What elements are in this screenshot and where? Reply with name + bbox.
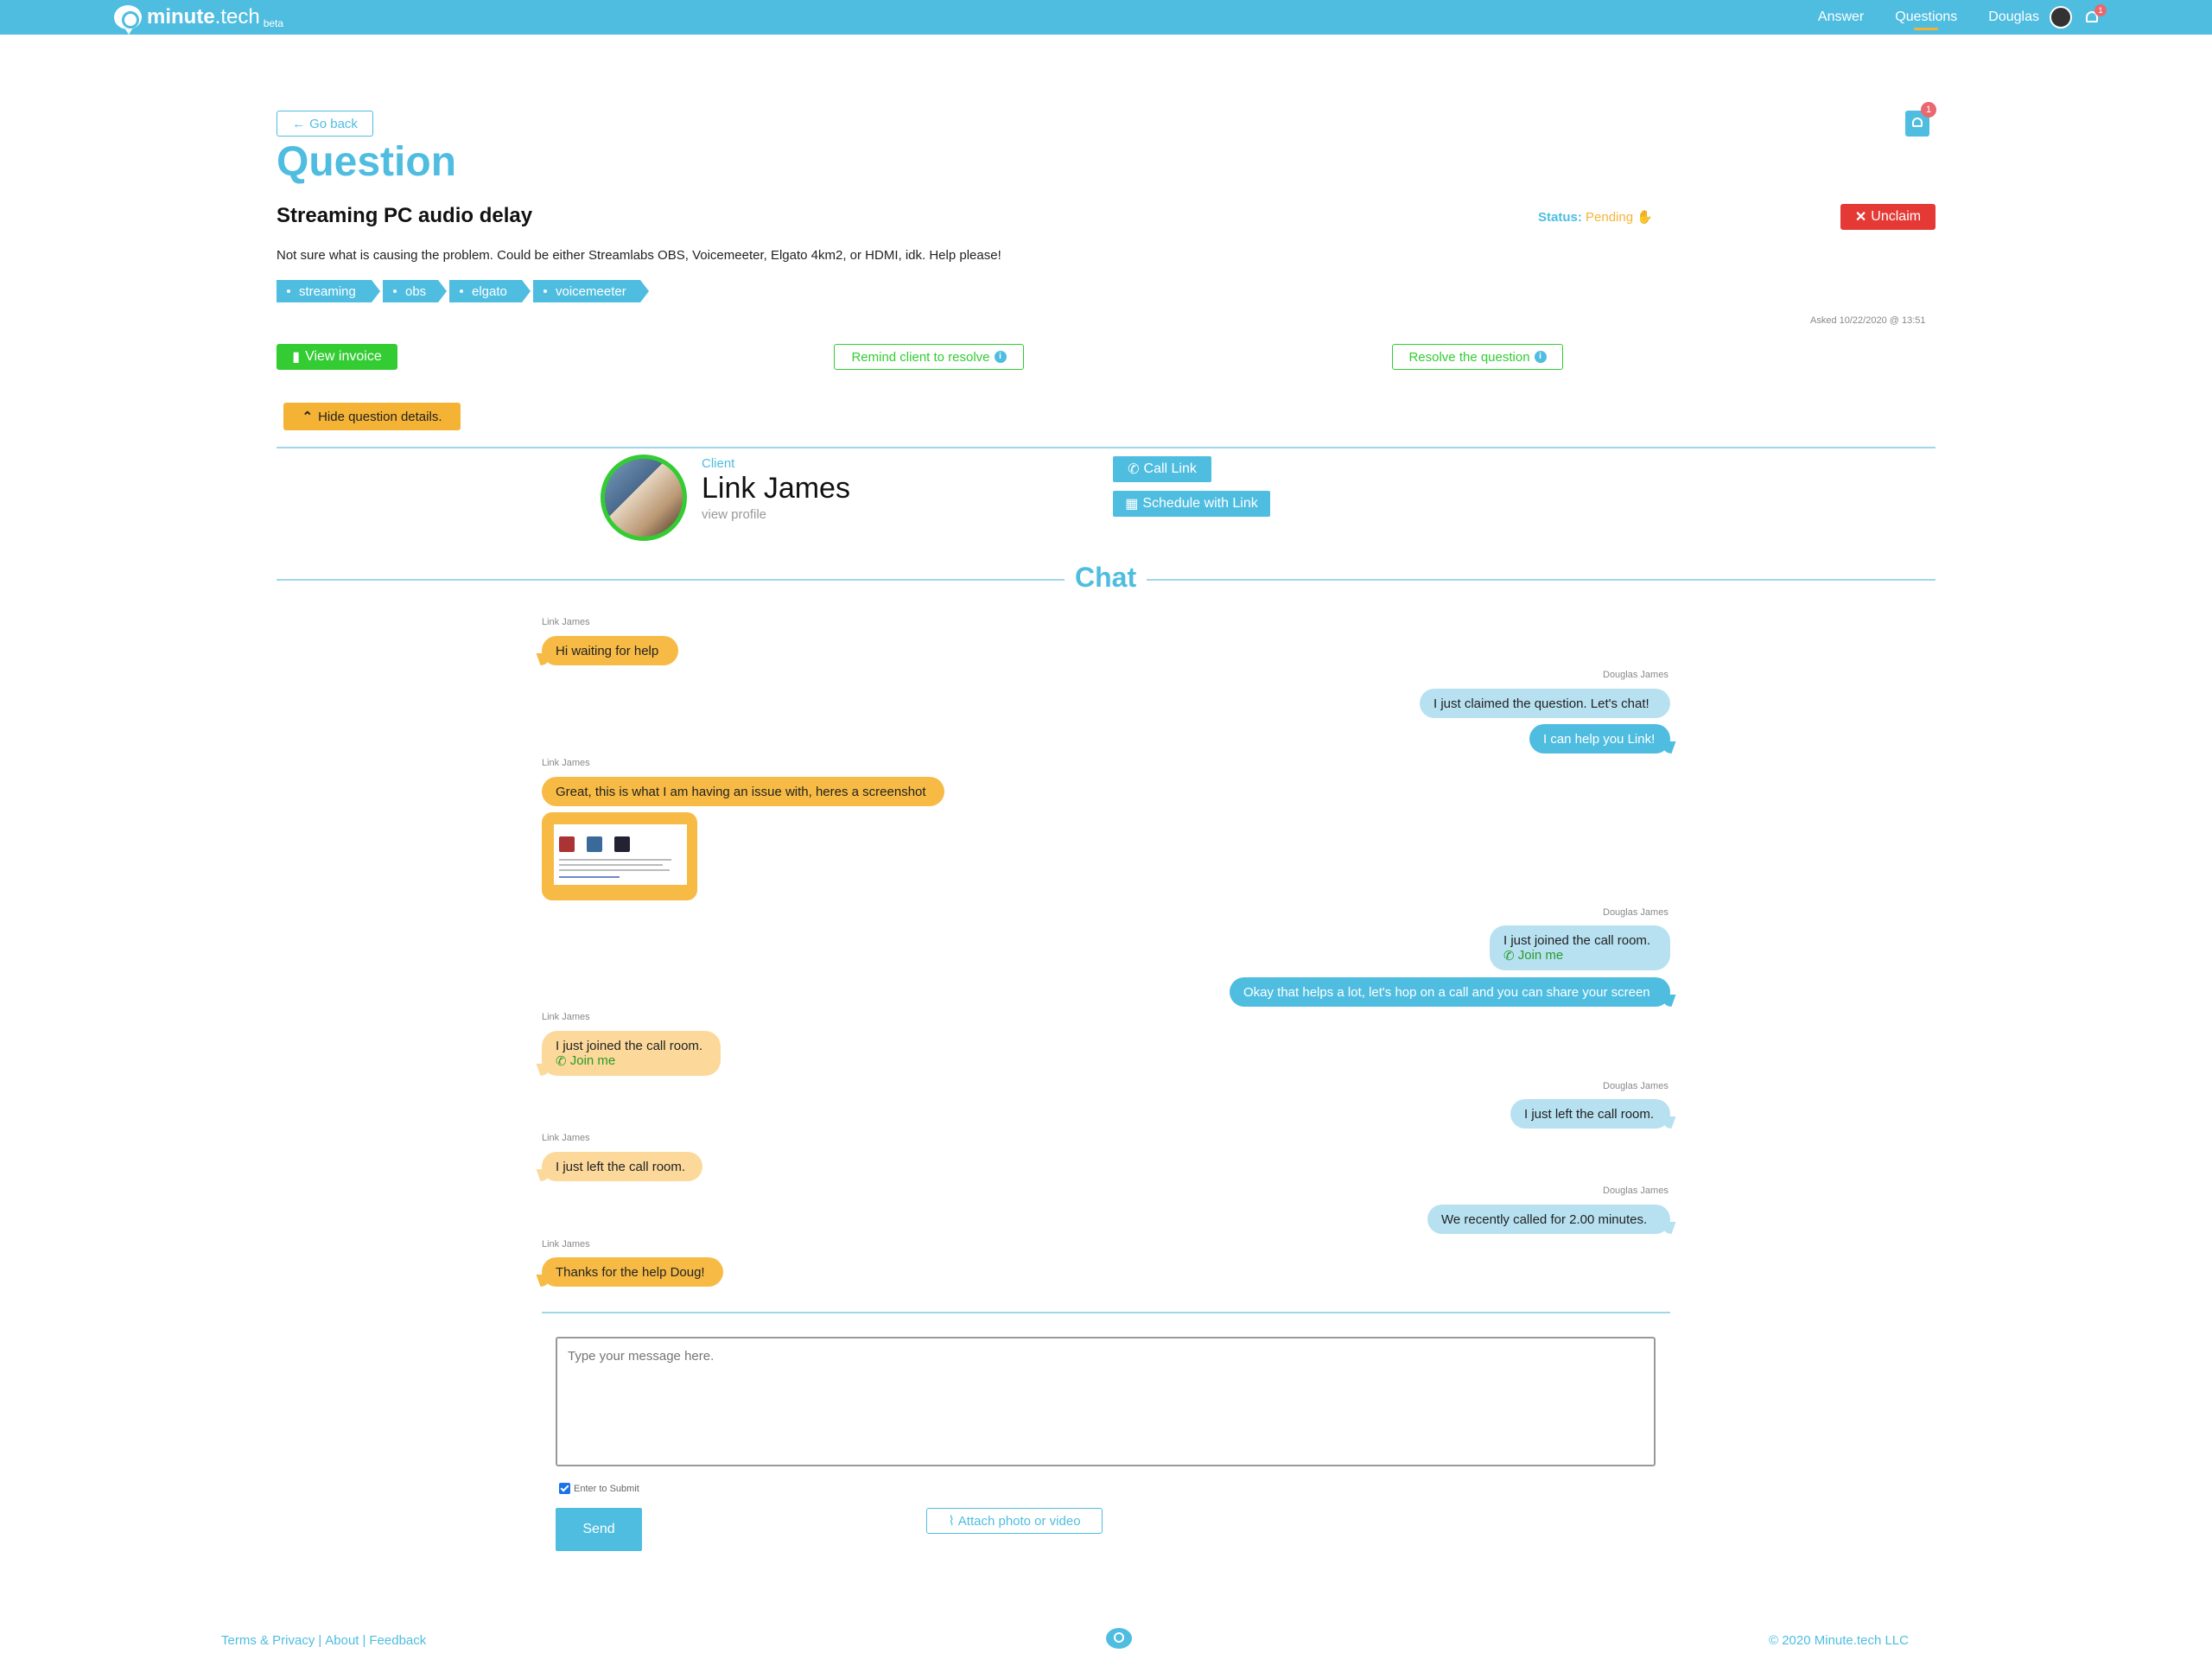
feedback-link[interactable]: Feedback	[369, 1633, 426, 1648]
notification-badge: 1	[1921, 102, 1936, 118]
call-client-button[interactable]: ✆ Call Link	[1113, 456, 1211, 482]
chat-message: I can help you Link!	[1529, 724, 1670, 754]
info-icon: i	[1534, 351, 1547, 363]
message-sender: Douglas James	[1603, 670, 1669, 680]
brand-name: minute.tech	[147, 5, 260, 29]
remind-client-button[interactable]: Remind client to resolve i	[834, 344, 1024, 370]
message-sender: Douglas James	[1603, 907, 1669, 918]
page-title: Question	[276, 139, 457, 185]
info-icon: i	[994, 351, 1007, 363]
client-avatar[interactable]	[601, 455, 687, 541]
notification-badge: 1	[2094, 4, 2107, 16]
footer-links: Terms & Privacy | About | Feedback	[221, 1633, 427, 1648]
client-label: Client	[702, 456, 735, 471]
phone-icon: ✆	[1503, 948, 1515, 963]
screenshot-image[interactable]	[554, 824, 687, 885]
chevron-up-icon: ⌃	[302, 410, 314, 424]
view-profile-link[interactable]: view profile	[702, 507, 766, 522]
chat-message: I just joined the call room. ✆ Join me	[1490, 925, 1670, 970]
tag-streaming[interactable]: streaming	[276, 280, 380, 302]
chat-input-divider	[542, 1312, 1670, 1313]
terms-link[interactable]: Terms & Privacy	[221, 1633, 315, 1648]
bell-icon[interactable]: 1	[2084, 4, 2107, 25]
nav-user-name[interactable]: Douglas	[1988, 10, 2039, 25]
chat-message: I just left the call room.	[542, 1152, 702, 1181]
close-icon: ✕	[1854, 210, 1867, 225]
tag-voicemeeter[interactable]: voicemeeter	[533, 280, 649, 302]
message-sender: Link James	[542, 1012, 590, 1022]
nav-questions[interactable]: Questions	[1895, 10, 1957, 30]
message-sender: Link James	[542, 1133, 590, 1143]
message-sender: Douglas James	[1603, 1186, 1669, 1196]
tag-elgato[interactable]: elgato	[449, 280, 531, 302]
divider	[276, 447, 1936, 448]
schedule-client-button[interactable]: ▦ Schedule with Link	[1113, 491, 1270, 517]
message-sender: Douglas James	[1603, 1081, 1669, 1091]
client-name: Link James	[702, 472, 850, 505]
logo-icon	[114, 5, 142, 35]
about-link[interactable]: About	[325, 1633, 359, 1648]
chat-message: Okay that helps a lot, let's hop on a ca…	[1230, 977, 1670, 1007]
chat-image-message[interactable]	[542, 812, 697, 900]
message-sender: Link James	[542, 1239, 590, 1250]
chat-message: I just left the call room.	[1510, 1099, 1670, 1129]
chat-message: I just claimed the question. Let's chat!	[1420, 689, 1670, 718]
chat-message: Thanks for the help Doug!	[542, 1257, 723, 1287]
footer-logo-icon	[1106, 1628, 1132, 1649]
join-call-link[interactable]: ✆ Join me	[556, 1053, 707, 1069]
chat-message: I just joined the call room. ✆ Join me	[542, 1031, 721, 1076]
join-call-link[interactable]: ✆ Join me	[1503, 948, 1656, 963]
question-status: Status: Pending ✋	[1538, 210, 1653, 225]
notifications-button[interactable]: 1	[1905, 102, 1936, 137]
bell-icon	[1912, 118, 1923, 127]
chat-message: We recently called for 2.00 minutes.	[1427, 1205, 1670, 1234]
resolve-question-button[interactable]: Resolve the question i	[1392, 344, 1563, 370]
send-button[interactable]: Send	[556, 1508, 642, 1551]
paperclip-icon: ⌇	[948, 1514, 955, 1529]
asked-timestamp: Asked 10/22/2020 @ 13:51	[1810, 315, 1926, 326]
enter-to-submit-toggle[interactable]: Enter to Submit	[559, 1483, 639, 1494]
attach-media-button[interactable]: ⌇ Attach photo or video	[926, 1508, 1103, 1534]
nav-answer[interactable]: Answer	[1818, 10, 1864, 25]
chat-message: Hi waiting for help	[542, 636, 678, 665]
view-invoice-button[interactable]: ▮ View invoice	[276, 344, 397, 370]
user-avatar[interactable]	[2050, 6, 2072, 29]
arrow-left-icon: ←	[292, 116, 306, 131]
phone-icon: ✆	[1128, 462, 1140, 477]
unclaim-button[interactable]: ✕ Unclaim	[1840, 204, 1936, 230]
message-sender: Link James	[542, 758, 590, 768]
beta-label: beta	[263, 17, 284, 29]
hide-details-button[interactable]: ⌃ Hide question details.	[283, 403, 461, 430]
calendar-icon: ▦	[1125, 497, 1139, 512]
handshake-icon: ✋	[1637, 210, 1653, 225]
question-title: Streaming PC audio delay	[276, 204, 533, 227]
question-description: Not sure what is causing the problem. Co…	[276, 248, 1001, 263]
chat-message: Great, this is what I am having an issue…	[542, 777, 944, 806]
enter-to-submit-checkbox[interactable]	[559, 1483, 570, 1494]
brand-logo[interactable]: minute.tech beta	[114, 3, 284, 35]
tag-obs[interactable]: obs	[383, 280, 447, 302]
phone-icon: ✆	[556, 1053, 567, 1069]
message-input[interactable]	[556, 1337, 1656, 1466]
go-back-button[interactable]: ← Go back	[276, 111, 373, 137]
file-icon: ▮	[292, 350, 301, 365]
chat-title: Chat	[1065, 562, 1147, 594]
top-navbar: minute.tech beta Answer Questions Dougla…	[0, 0, 2212, 35]
message-sender: Link James	[542, 617, 590, 627]
copyright: © 2020 Minute.tech LLC	[1769, 1633, 1909, 1648]
